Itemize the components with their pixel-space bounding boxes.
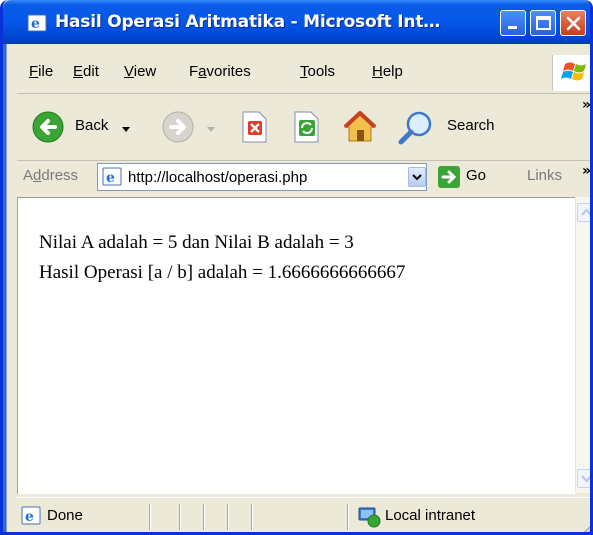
status-divider <box>227 504 229 530</box>
status-divider <box>179 504 181 530</box>
status-divider <box>251 504 253 530</box>
menu-tools[interactable]: Tools <box>300 63 335 80</box>
links-overflow-chevron[interactable]: » <box>582 163 590 179</box>
search-button[interactable] <box>397 107 435 151</box>
menu-bar: File Edit View Favorites Tools Help <box>17 55 590 91</box>
ie-app-icon[interactable]: e <box>27 13 49 33</box>
values-line: Nilai A adalah = 5 dan Nilai B adalah = … <box>39 232 354 253</box>
menu-favorites[interactable]: Favorites <box>189 63 251 80</box>
search-icon <box>398 111 432 145</box>
page-content: Nilai A adalah = 5 dan Nilai B adalah = … <box>17 197 576 494</box>
result-line: Hasil Operasi [a / b] adalah = 1.6666666… <box>39 262 406 283</box>
address-url[interactable]: http://localhost/operasi.php <box>128 169 307 186</box>
stop-icon <box>242 111 267 143</box>
refresh-icon <box>294 111 319 143</box>
status-divider <box>203 504 205 530</box>
back-button-label[interactable]: Back <box>75 117 108 134</box>
svg-text:e: e <box>106 170 115 186</box>
menu-file[interactable]: File <box>29 63 53 80</box>
status-divider <box>149 504 151 530</box>
status-text: Done <box>47 507 83 524</box>
resize-grip-icon[interactable] <box>580 520 590 532</box>
links-button[interactable]: Links <box>527 167 562 184</box>
svg-text:e: e <box>25 509 34 525</box>
back-dropdown-icon[interactable] <box>120 120 132 139</box>
back-button[interactable] <box>31 109 67 149</box>
windows-logo-icon <box>552 55 590 91</box>
standard-toolbar: Back Search » <box>17 95 590 161</box>
forward-dropdown-icon[interactable] <box>205 120 217 139</box>
maximize-button[interactable] <box>530 10 556 36</box>
title-bar[interactable]: e Hasil Operasi Aritmatika - Microsoft I… <box>3 0 590 44</box>
forward-button[interactable] <box>161 109 197 149</box>
forward-arrow-icon <box>162 111 194 143</box>
address-bar: Address e http://localhost/operasi.php G… <box>17 161 590 195</box>
go-button-icon[interactable] <box>437 165 461 193</box>
page-done-icon: e <box>21 506 43 530</box>
back-arrow-icon <box>32 111 64 143</box>
stop-button[interactable] <box>237 109 271 149</box>
search-button-label[interactable]: Search <box>447 117 495 134</box>
menu-separator <box>17 93 590 94</box>
window-title: Hasil Operasi Aritmatika - Microsoft Int… <box>55 12 441 32</box>
browser-window: e Hasil Operasi Aritmatika - Microsoft I… <box>0 0 593 535</box>
close-button[interactable] <box>560 10 586 36</box>
scroll-down-button[interactable] <box>577 469 590 488</box>
page-favicon-icon: e <box>102 167 124 191</box>
status-divider <box>347 504 349 530</box>
local-intranet-icon <box>357 506 381 532</box>
address-label: Address <box>23 167 79 184</box>
address-input[interactable]: e http://localhost/operasi.php <box>97 163 427 191</box>
address-dropdown-button[interactable] <box>408 167 426 187</box>
window-left-frame <box>3 44 17 532</box>
home-icon <box>343 111 377 142</box>
go-button[interactable]: Go <box>466 167 486 184</box>
minimize-button[interactable] <box>500 10 526 36</box>
security-zone-text: Local intranet <box>385 507 476 524</box>
menu-help[interactable]: Help <box>372 63 403 80</box>
svg-text:e: e <box>31 16 40 32</box>
menu-view[interactable]: View <box>124 63 156 80</box>
refresh-button[interactable] <box>289 109 323 149</box>
scroll-up-button[interactable] <box>577 203 590 222</box>
result-text: Nilai A adalah = 5 dan Nilai B adalah = … <box>39 228 405 288</box>
menu-edit[interactable]: Edit <box>73 63 99 80</box>
status-bar: e Done Local intranet <box>17 497 590 532</box>
vertical-scrollbar[interactable] <box>575 197 590 493</box>
toolbar-overflow-chevron[interactable]: » <box>582 97 590 113</box>
home-button[interactable] <box>341 108 379 150</box>
